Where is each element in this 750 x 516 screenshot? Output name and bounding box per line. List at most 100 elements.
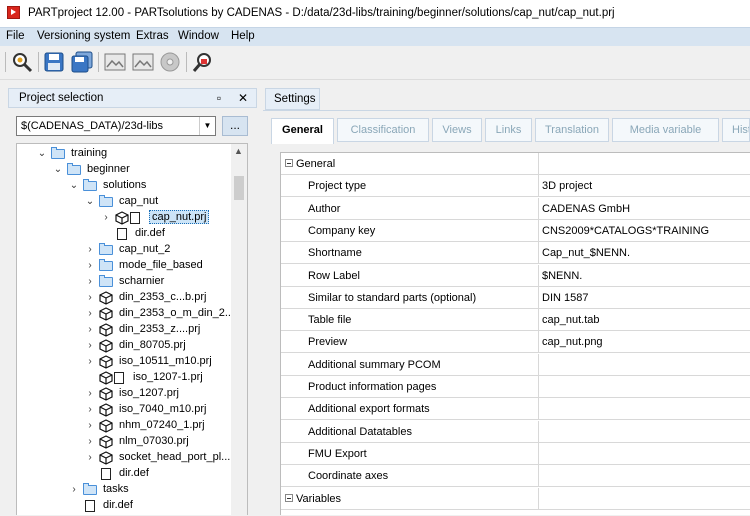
property-value[interactable]: CNS2009*CATALOGS*TRAINING — [542, 225, 709, 237]
grid-row[interactable]: Preview cap_nut.png — [281, 331, 750, 354]
grid-section-header[interactable]: General — [281, 153, 750, 175]
chevron-right-icon[interactable]: › — [85, 322, 95, 338]
menu-file[interactable]: File — [6, 30, 25, 42]
grid-row[interactable]: Author CADENAS GmbH — [281, 197, 750, 220]
tab-settings[interactable]: Settings — [265, 88, 320, 110]
property-value[interactable]: 3D project — [542, 180, 592, 192]
scroll-up-icon[interactable]: ▲ — [234, 146, 243, 156]
column-divider — [538, 197, 539, 220]
chevron-right-icon[interactable]: › — [85, 354, 95, 370]
collapse-icon[interactable] — [285, 493, 293, 502]
property-name: Preview — [308, 336, 348, 349]
chevron-right-icon[interactable]: › — [85, 434, 95, 450]
chevron-down-icon[interactable]: ⌄ — [85, 194, 95, 210]
tree-item-label: training — [71, 147, 108, 159]
subtab-history[interactable]: Hist — [722, 118, 750, 142]
title-bar: PARTproject 12.00 - PARTsolutions by CAD… — [0, 0, 750, 27]
folder-icon — [99, 195, 113, 207]
chevron-right-icon[interactable]: › — [85, 402, 95, 418]
chevron-right-icon[interactable]: › — [85, 274, 95, 290]
grid-row[interactable]: Shortname Cap_nut_$NENN. — [281, 242, 750, 265]
chevron-down-icon[interactable]: ▼ — [199, 117, 215, 135]
chevron-down-icon[interactable]: ⌄ — [53, 162, 63, 178]
grid-row[interactable]: Company key CNS2009*CATALOGS*TRAINING — [281, 219, 750, 242]
restore-icon[interactable]: ▫ — [212, 91, 226, 105]
property-name: Product information pages — [308, 381, 437, 393]
chevron-right-icon[interactable]: › — [85, 258, 95, 274]
chevron-right-icon[interactable]: › — [69, 482, 79, 498]
grid-row[interactable]: Additional Datatables — [281, 420, 750, 443]
scrollbar-thumb[interactable] — [234, 176, 244, 200]
panel-title: Project selection — [19, 92, 104, 104]
grid-row[interactable]: Product information pages — [281, 376, 750, 398]
chevron-right-icon[interactable]: › — [85, 450, 95, 466]
collapse-icon[interactable] — [285, 159, 293, 167]
subtab-general[interactable]: General — [271, 118, 334, 144]
property-value[interactable]: cap_nut.png — [542, 336, 603, 348]
chevron-right-icon[interactable]: › — [85, 338, 95, 354]
cube-icon — [99, 371, 113, 385]
lock-search-icon[interactable] — [191, 50, 215, 74]
grid-row[interactable]: Additional summary PCOM — [281, 353, 750, 376]
menu-window[interactable]: Window — [178, 30, 219, 42]
grid-row[interactable]: Row Label $NENN. — [281, 264, 750, 287]
chevron-down-icon[interactable]: ⌄ — [69, 178, 79, 194]
save-icon[interactable] — [42, 50, 66, 74]
chevron-right-icon[interactable]: › — [85, 386, 95, 402]
property-value[interactable]: CADENAS GmbH — [542, 203, 630, 215]
tree-item-label: nhm_07240_1.prj — [119, 419, 205, 431]
property-value[interactable]: DIN 1587 — [542, 292, 588, 304]
search-settings-icon[interactable] — [10, 50, 34, 74]
menu-versioning-system[interactable]: Versioning system — [37, 30, 130, 42]
subtab-links[interactable]: Links — [485, 118, 532, 142]
menu-extras[interactable]: Extras — [136, 30, 169, 42]
property-name: Additional Datatables — [308, 425, 412, 438]
image-icon[interactable] — [103, 50, 127, 74]
toolbar-separator — [38, 52, 39, 72]
path-dropdown[interactable]: $(CADENAS_DATA)/23d-libs ▼ — [16, 116, 216, 136]
grid-row[interactable]: Table file cap_nut.tab — [281, 309, 750, 332]
project-tree[interactable]: ⌄ training ⌄ beginner ⌄ solutions ⌄ cap_nut › cap… — [16, 143, 248, 515]
grid-row[interactable]: Additional export formats — [281, 398, 750, 421]
grid-row[interactable]: Similar to standard parts (optional) DIN … — [281, 286, 750, 309]
column-divider — [538, 420, 539, 443]
chevron-right-icon[interactable]: › — [85, 242, 95, 258]
column-divider — [538, 398, 539, 421]
disc-icon[interactable] — [158, 50, 182, 74]
tree-item-label: mode_file_based — [119, 259, 203, 271]
tree-item-label: dir.def — [135, 227, 165, 239]
chevron-right-icon[interactable]: › — [85, 290, 95, 306]
save-all-icon[interactable] — [70, 50, 94, 74]
toolbar-separator — [98, 52, 99, 72]
subtab-classification[interactable]: Classification — [337, 118, 429, 142]
menu-help[interactable]: Help — [231, 30, 255, 42]
subtab-views[interactable]: Views — [432, 118, 482, 142]
chevron-right-icon[interactable]: › — [101, 210, 111, 226]
property-value[interactable]: $NENN. — [542, 270, 582, 282]
toolbar-separator — [186, 52, 187, 72]
grid-row[interactable]: FMU Export — [281, 442, 750, 465]
tree-item-label: scharnier — [119, 275, 165, 287]
grid-row[interactable]: Coordinate axes — [281, 465, 750, 488]
property-name: Company key — [308, 224, 376, 237]
tree-scrollbar[interactable]: ▲ — [231, 144, 247, 515]
cube-icon — [99, 355, 113, 369]
subtab-translation[interactable]: Translation — [535, 118, 609, 142]
chevron-right-icon[interactable]: › — [85, 418, 95, 434]
close-icon[interactable]: ✕ — [236, 91, 250, 105]
chevron-right-icon[interactable]: › — [85, 306, 95, 322]
property-value[interactable]: Cap_nut_$NENN. — [542, 247, 630, 259]
browse-button[interactable]: ... — [222, 116, 248, 136]
tree-item-label: iso_1207-1.prj — [133, 371, 203, 383]
subtab-media-variable[interactable]: Media variable — [612, 118, 719, 142]
chevron-down-icon[interactable]: ⌄ — [37, 146, 47, 162]
column-divider — [538, 309, 539, 332]
column-divider — [538, 487, 539, 510]
tree-item-label: dir.def — [103, 499, 133, 511]
property-value[interactable]: cap_nut.tab — [542, 314, 600, 326]
grid-section-header[interactable]: Variables — [281, 487, 750, 510]
property-name: Project type — [308, 180, 367, 193]
image-icon[interactable] — [131, 50, 155, 74]
tree-item-label: cap_nut — [119, 195, 159, 207]
grid-row[interactable]: Project type 3D project — [281, 175, 750, 198]
